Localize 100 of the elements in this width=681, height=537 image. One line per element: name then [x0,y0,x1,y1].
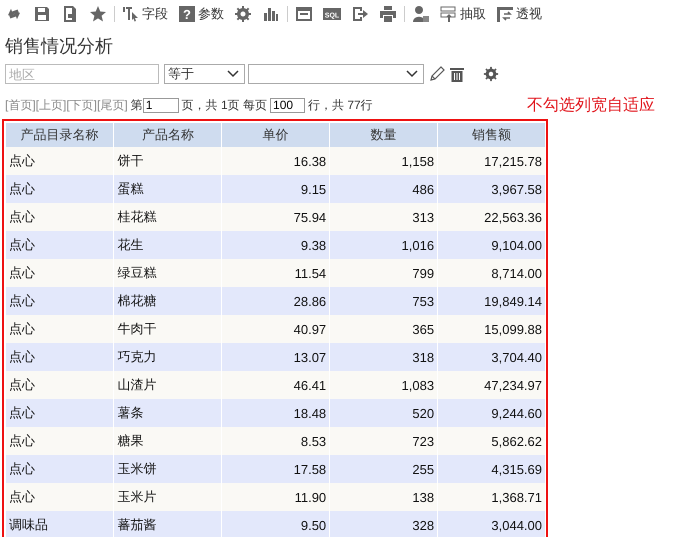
table-cell: 桂花糕 [114,203,222,231]
table-cell: 3,044.00 [438,511,546,537]
table-cell: 1,158 [330,147,438,175]
table-cell: 8.53 [222,427,330,455]
table-cell: 糖果 [114,427,222,455]
caret-icon[interactable] [227,70,239,78]
upload-icon[interactable] [440,5,458,23]
pager-link[interactable]: [尾页] [97,96,128,114]
table-cell: 1,083 [330,371,438,399]
table-cell: 1,016 [330,231,438,259]
print-icon[interactable] [379,5,397,23]
operator-select[interactable]: 等于 [164,64,245,84]
column-header[interactable]: 销售额 [438,123,546,147]
table-cell: 饼干 [114,147,222,175]
table-cell: 11.90 [222,483,330,511]
table-cell: 328 [330,511,438,537]
column-header[interactable]: 产品名称 [114,123,222,147]
table-cell: 17.58 [222,455,330,483]
pencil-icon[interactable] [429,66,445,82]
pivot-icon[interactable] [496,5,514,23]
table-cell: 点心 [6,147,114,175]
table-cell: 玉米片 [114,483,222,511]
table-cell: 22,563.36 [438,203,546,231]
cursor-icon[interactable] [122,5,140,23]
rows-per-page-input[interactable]: 100 [270,98,306,112]
table-cell: 点心 [6,343,114,371]
table-cell: 47,234.97 [438,371,546,399]
column-header[interactable]: 产品目录名称 [6,123,114,147]
table-cell: 723 [330,427,438,455]
table-cell: 255 [330,455,438,483]
page-input[interactable]: 1 [142,98,179,112]
star-icon[interactable] [89,5,107,23]
settings-icon[interactable] [234,5,252,23]
table-cell: 花生 [114,231,222,259]
toolbar-button[interactable]: ? 参数 [173,2,229,26]
table-cell: 牛肉干 [114,315,222,343]
table-cell: 3,967.58 [438,175,546,203]
table-cell: 19,849.14 [438,287,546,315]
trash-icon[interactable] [450,66,464,82]
table-cell: 9,104.00 [438,231,546,259]
table-cell: 17,215.78 [438,147,546,175]
export-icon[interactable] [351,5,369,23]
table-cell: 486 [330,175,438,203]
filter-field-input[interactable]: 地区 [5,64,159,84]
table-cell: 11.54 [222,259,330,287]
table-cell: 13.07 [222,343,330,371]
table-cell: 9.50 [222,511,330,537]
table-cell: 点心 [6,399,114,427]
column-header[interactable]: 单价 [222,123,330,147]
help-icon[interactable]: ? [178,5,196,23]
pager-label: 行，共 77行 [308,96,373,114]
save-icon[interactable] [33,5,51,23]
settings-icon[interactable] [483,66,499,82]
table-cell: 5,862.62 [438,427,546,455]
table-cell: 棉花糖 [114,287,222,315]
toolbar-button[interactable]: 字段 [117,2,173,26]
table-cell: 绿豆糕 [114,259,222,287]
table-cell: 薯条 [114,399,222,427]
table-cell: 点心 [6,287,114,315]
table-cell: 138 [330,483,438,511]
document-icon[interactable] [61,5,79,23]
table-cell: 点心 [6,455,114,483]
table-cell: 15,099.88 [438,315,546,343]
user-icon[interactable] [412,5,430,23]
table-cell: 18.48 [222,399,330,427]
table-cell: 点心 [6,315,114,343]
pager-label: 页，共 1页 每页 [182,96,268,114]
table-cell: 9.15 [222,175,330,203]
table-cell: 520 [330,399,438,427]
caret-icon[interactable] [406,70,418,78]
table-cell: 山渣片 [114,371,222,399]
column-header[interactable]: 数量 [330,123,438,147]
table-cell: 蛋糕 [114,175,222,203]
table-cell: 8,714.00 [438,259,546,287]
table-cell: 318 [330,343,438,371]
bar-chart-icon[interactable] [262,5,280,23]
table-cell: 40.97 [222,315,330,343]
table-cell: 巧克力 [114,343,222,371]
table-cell: 点心 [6,259,114,287]
pager-link[interactable]: [下页] [66,96,98,114]
table-cell: 调味品 [6,511,114,537]
table-cell: 365 [330,315,438,343]
table-cell: 16.38 [222,147,330,175]
pager-link[interactable]: [上页] [36,96,66,114]
table-cell: 点心 [6,371,114,399]
toolbar-button[interactable]: 抽取 [435,2,491,26]
pager-link[interactable]: [首页] [5,96,36,114]
table-cell: 313 [330,203,438,231]
toolbar-button[interactable]: 透视 [491,2,547,26]
table-cell: 玉米饼 [114,455,222,483]
table-cell: 4,315.69 [438,455,546,483]
table-cell: 75.94 [222,203,330,231]
pager-label: 第 [130,96,143,114]
table-cell: 点心 [6,203,114,231]
table-cell: 蕃茄酱 [114,511,222,537]
table-cell: 46.41 [222,371,330,399]
table-cell: 799 [330,259,438,287]
window-icon[interactable] [295,5,313,23]
report-title: 销售情况分析 [4,35,114,58]
table-cell: 753 [330,287,438,315]
